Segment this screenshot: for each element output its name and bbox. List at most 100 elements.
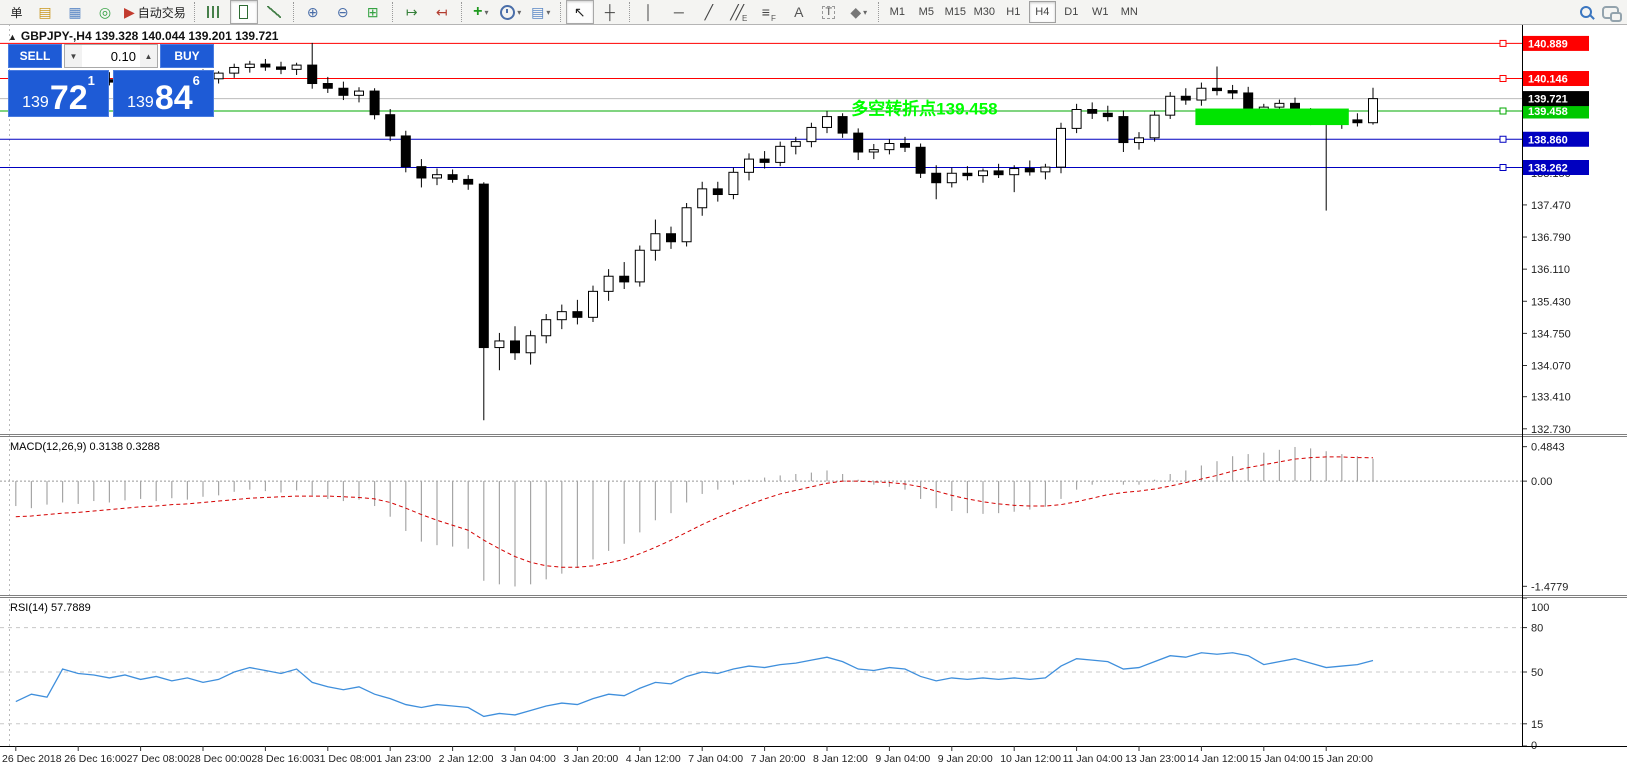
new-order-button[interactable]: 单	[1, 0, 29, 24]
dropdown-arrow-icon[interactable]: ▾	[863, 8, 867, 17]
timeframe-w1-button[interactable]: W1	[1087, 1, 1114, 23]
candle-body	[1119, 117, 1128, 143]
candle-body	[713, 189, 722, 195]
candle-body	[901, 144, 910, 148]
timeframe-m30-button[interactable]: M30	[971, 1, 998, 23]
text-label-icon: T	[822, 6, 835, 19]
lot-input[interactable]	[82, 45, 140, 67]
level-line-handle[interactable]	[1500, 136, 1506, 142]
timeframe-m1-button[interactable]: M1	[884, 1, 911, 23]
templates-icon[interactable]: ▤▾	[527, 0, 555, 24]
supply-demand-zone-rect[interactable]	[1195, 109, 1348, 126]
horizontal-line-icon[interactable]: ─	[665, 0, 693, 24]
chart-shift-icon[interactable]: ↤	[428, 0, 456, 24]
price-axis-tick-label: 137.470	[1531, 200, 1571, 212]
candle-body	[370, 91, 379, 115]
text-label-icon[interactable]: T	[815, 0, 843, 24]
cursor-icon: ↖	[574, 5, 586, 19]
timeframe-m5-button[interactable]: M5	[913, 1, 940, 23]
candle-body	[1150, 115, 1159, 138]
bar-chart-icon[interactable]	[200, 0, 228, 24]
cursor-icon[interactable]: ↖	[566, 0, 594, 24]
candle-body	[1244, 93, 1253, 110]
fibonacci-icon-sub: F	[771, 14, 776, 23]
new-order-button-label: 单	[10, 4, 22, 21]
sell-price-button[interactable]: 139 72 1	[8, 70, 109, 117]
x-axis-tick-label: 3 Jan 04:00	[501, 753, 556, 765]
search-icon[interactable]	[1580, 6, 1592, 18]
candlestick-chart-icon[interactable]	[230, 0, 258, 24]
autoscroll-icon: ↦	[406, 5, 418, 19]
candle-body	[386, 115, 395, 136]
candle-body	[433, 175, 442, 178]
x-axis-tick-label: 15 Jan 20:00	[1312, 753, 1373, 765]
buy-button[interactable]: BUY	[160, 44, 214, 68]
rsi-axis-label: 80	[1531, 623, 1543, 635]
timeframe-h4-button[interactable]: H4	[1029, 1, 1056, 23]
lot-decrease-button[interactable]: ▼	[65, 45, 82, 67]
dropdown-arrow-icon[interactable]: ▾	[517, 8, 521, 17]
autoscroll-icon[interactable]: ↦	[398, 0, 426, 24]
toolbar-separator	[629, 2, 630, 22]
collapse-panel-arrow[interactable]: ▲	[8, 32, 17, 42]
tile-windows-icon[interactable]: ⊞	[359, 0, 387, 24]
zoom-out-icon[interactable]: ⊖	[329, 0, 357, 24]
dropdown-arrow-icon[interactable]: ▾	[546, 8, 550, 17]
macd-header: MACD(12,26,9) 0.3138 0.3288	[10, 441, 160, 453]
autotrading-button[interactable]: ▶自动交易	[121, 0, 189, 24]
indicators-icon[interactable]: +▾	[467, 0, 495, 24]
line-chart-icon[interactable]	[260, 0, 288, 24]
equidistant-channel-icon[interactable]: ╱╱E	[725, 0, 753, 24]
level-line-handle[interactable]	[1500, 108, 1506, 114]
equidistant-channel-icon: ╱╱	[730, 5, 741, 19]
zoom-out-icon: ⊖	[337, 5, 349, 19]
chart-window-icon[interactable]: ▦	[61, 0, 89, 24]
toolbar-separator	[194, 2, 195, 22]
fibonacci-icon[interactable]: ≡F	[755, 0, 783, 24]
zoom-in-icon[interactable]: ⊕	[299, 0, 327, 24]
lot-increase-button[interactable]: ▲	[140, 45, 157, 67]
candle-body	[963, 173, 972, 175]
timeframe-m15-button[interactable]: M15	[942, 1, 969, 23]
candle-body	[667, 234, 676, 242]
candle-body	[277, 67, 286, 69]
candle-body	[511, 341, 520, 353]
chat-icon[interactable]	[1602, 6, 1619, 19]
price-badge-138.860-label: 138.860	[1528, 134, 1568, 146]
timeframe-mn-button[interactable]: MN	[1116, 1, 1143, 23]
candle-body	[620, 276, 629, 282]
timeframe-h1-button[interactable]: H1	[1000, 1, 1027, 23]
candle-body	[1088, 109, 1097, 113]
strategy-tester-icon[interactable]: ◎	[91, 0, 119, 24]
x-axis-tick-label: 4 Jan 12:00	[626, 753, 681, 765]
toolbar-separator	[560, 2, 561, 22]
candle-body	[729, 172, 738, 194]
level-line-handle[interactable]	[1500, 76, 1506, 82]
sell-button[interactable]: SELL	[8, 44, 62, 68]
terminal-icon[interactable]: ▤	[31, 0, 59, 24]
vertical-line-icon[interactable]: │	[635, 0, 663, 24]
candle-body	[760, 159, 769, 162]
x-axis-tick-label: 2 Jan 12:00	[439, 753, 494, 765]
price-axis-tick-label: 135.430	[1531, 296, 1571, 308]
annotation-text[interactable]: 多空转折点139.458	[851, 98, 997, 118]
candle-body	[979, 171, 988, 176]
buy-price-big: 84	[155, 84, 193, 113]
chart-canvas[interactable]: 多空转折点139.458138.150137.470136.790136.110…	[0, 0, 1627, 767]
level-line-handle[interactable]	[1500, 165, 1506, 171]
candle-body	[1213, 88, 1222, 90]
text-icon[interactable]: A	[785, 0, 813, 24]
dropdown-arrow-icon[interactable]: ▾	[484, 8, 488, 17]
crosshair-icon[interactable]: ┼	[596, 0, 624, 24]
periods-icon[interactable]: ▾	[497, 0, 525, 24]
toolbar-separator	[461, 2, 462, 22]
buy-price-button[interactable]: 139 84 6	[113, 70, 214, 117]
trendline-icon[interactable]: ╱	[695, 0, 723, 24]
timeframe-d1-button[interactable]: D1	[1058, 1, 1085, 23]
x-axis-tick-label: 7 Jan 20:00	[751, 753, 806, 765]
level-line-handle[interactable]	[1500, 40, 1506, 46]
candle-body	[1135, 138, 1144, 143]
arrows-icon[interactable]: ◆▾	[845, 0, 873, 24]
candle-body	[807, 127, 816, 141]
candle-body	[791, 142, 800, 147]
